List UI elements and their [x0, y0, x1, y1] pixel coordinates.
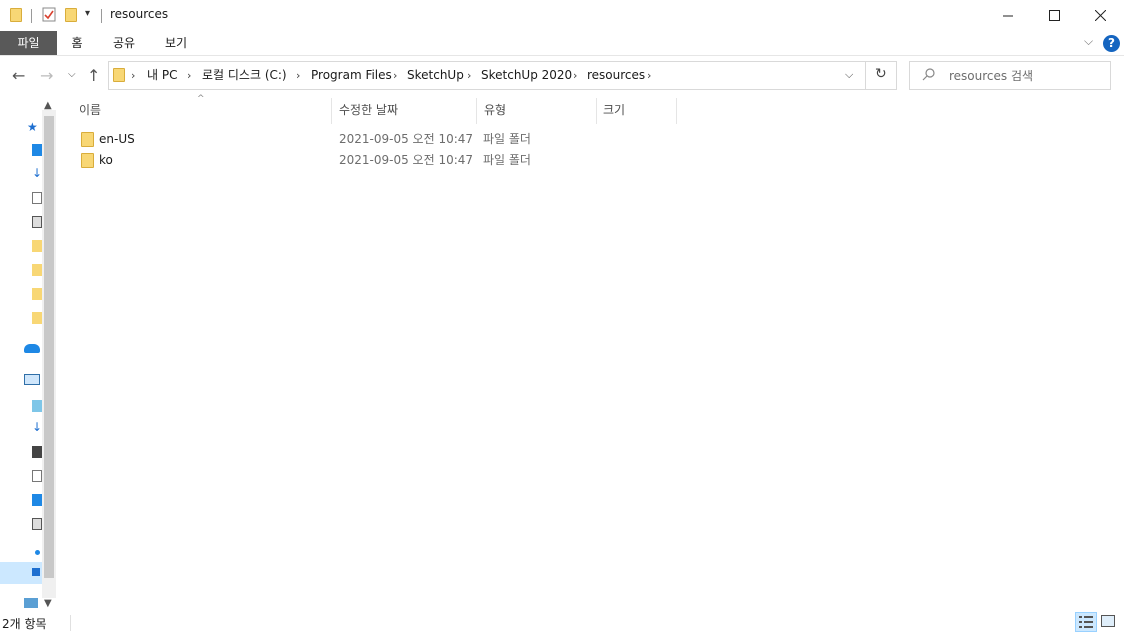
- file-type: 파일 폴더: [483, 153, 531, 167]
- file-type: 파일 폴더: [483, 132, 531, 146]
- sort-ascending-icon: ^: [197, 94, 205, 104]
- folder-icon[interactable]: [32, 288, 42, 300]
- scrollbar-thumb[interactable]: [44, 116, 54, 578]
- this-pc-icon[interactable]: [24, 374, 40, 385]
- ribbon-tabs: 파일 홈 공유 보기 ⌵ ?: [0, 31, 1124, 56]
- forward-button[interactable]: →: [40, 66, 53, 85]
- folder-icon: [81, 132, 94, 147]
- search-icon: [922, 67, 936, 84]
- desktop-icon[interactable]: [32, 494, 42, 506]
- chevron-right-icon[interactable]: ›: [573, 62, 577, 89]
- folder-icon[interactable]: [32, 312, 42, 324]
- breadcrumb-sketchup[interactable]: SketchUp: [407, 62, 464, 89]
- file-name: en-US: [99, 132, 135, 146]
- breadcrumb-sketchup-2020[interactable]: SketchUp 2020: [481, 62, 572, 89]
- navigation-pane: ▲ ▼ ★ ↓ ↓: [0, 96, 57, 612]
- chevron-right-icon[interactable]: ›: [467, 62, 471, 89]
- expand-ribbon-icon[interactable]: ⌵: [1084, 34, 1093, 49]
- item-count: 2개 항목: [2, 617, 47, 631]
- chevron-right-icon[interactable]: ›: [647, 62, 651, 89]
- address-dropdown-icon[interactable]: ⌵: [845, 68, 853, 82]
- tab-share[interactable]: 공유: [106, 31, 142, 55]
- search-box[interactable]: resources 검색: [909, 61, 1111, 90]
- large-icons-view-button[interactable]: [1101, 615, 1115, 627]
- chevron-right-icon[interactable]: ›: [393, 62, 397, 89]
- videos-icon[interactable]: [32, 446, 42, 458]
- column-header-modified[interactable]: 수정한 날짜: [339, 100, 398, 120]
- title-bar: ▾ resources: [0, 0, 1124, 31]
- pictures-icon[interactable]: [32, 518, 42, 530]
- help-icon[interactable]: ?: [1103, 35, 1120, 52]
- maximize-button[interactable]: [1031, 0, 1077, 31]
- window-title: resources: [110, 7, 169, 21]
- breadcrumb-resources[interactable]: resources: [587, 62, 645, 89]
- minimize-button[interactable]: [985, 0, 1031, 31]
- file-row[interactable]: ko 2021-09-05 오전 10:47 파일 폴더: [74, 150, 684, 171]
- customize-toolbar-icon[interactable]: ▾: [85, 8, 90, 19]
- new-folder-icon[interactable]: [65, 8, 77, 22]
- column-header-type[interactable]: 유형: [484, 100, 506, 120]
- column-divider[interactable]: [331, 98, 332, 124]
- tab-file[interactable]: 파일: [0, 31, 57, 55]
- documents-icon[interactable]: [32, 470, 42, 482]
- chevron-right-icon[interactable]: ›: [131, 62, 135, 89]
- column-header-size[interactable]: 크기: [603, 100, 625, 120]
- column-divider[interactable]: [476, 98, 477, 124]
- close-button[interactable]: [1077, 0, 1123, 31]
- folder-icon: [81, 153, 94, 168]
- back-button[interactable]: ←: [12, 66, 25, 85]
- tab-home[interactable]: 홈: [62, 31, 92, 55]
- chevron-right-icon[interactable]: ›: [296, 62, 300, 89]
- folder-icon: [10, 8, 22, 22]
- divider: [31, 9, 32, 23]
- folder-icon[interactable]: [32, 264, 42, 276]
- scroll-down-icon[interactable]: ▼: [44, 598, 52, 609]
- address-bar[interactable]: › 내 PC › 로컬 디스크 (C:) › Program Files › S…: [108, 61, 897, 90]
- file-modified: 2021-09-05 오전 10:47: [339, 153, 474, 167]
- file-row[interactable]: en-US 2021-09-05 오전 10:47 파일 폴더: [74, 129, 684, 150]
- network-icon[interactable]: [24, 598, 38, 608]
- folder-icon[interactable]: [32, 240, 42, 252]
- up-button[interactable]: ↑: [87, 66, 100, 85]
- properties-icon[interactable]: [42, 7, 56, 22]
- divider: [101, 9, 102, 23]
- column-header-name[interactable]: 이름: [79, 100, 101, 120]
- desktop-icon[interactable]: [32, 144, 42, 156]
- tab-view[interactable]: 보기: [158, 31, 194, 55]
- divider: [70, 615, 71, 631]
- refresh-icon[interactable]: ↻: [875, 66, 887, 82]
- column-divider[interactable]: [676, 98, 677, 124]
- downloads-icon[interactable]: ↓: [32, 420, 42, 434]
- search-input[interactable]: resources 검색: [949, 67, 1033, 84]
- breadcrumb-local-disk[interactable]: 로컬 디스크 (C:): [202, 62, 287, 89]
- file-modified: 2021-09-05 오전 10:47: [339, 132, 474, 146]
- selected-nav-item[interactable]: [0, 562, 42, 584]
- breadcrumb-this-pc[interactable]: 내 PC: [147, 62, 177, 89]
- status-bar: 2개 항목: [0, 612, 1124, 635]
- quick-access-icon[interactable]: ★: [27, 120, 38, 134]
- divider: [865, 62, 866, 89]
- column-divider[interactable]: [596, 98, 597, 124]
- details-view-button[interactable]: [1075, 612, 1097, 632]
- 3d-objects-icon[interactable]: [32, 400, 42, 412]
- documents-icon[interactable]: [32, 192, 42, 204]
- onedrive-icon[interactable]: [24, 344, 40, 353]
- chevron-right-icon[interactable]: ›: [187, 62, 191, 89]
- file-name: ko: [99, 153, 113, 167]
- local-disk-icon: [32, 568, 40, 576]
- music-icon[interactable]: [35, 550, 40, 555]
- pictures-icon[interactable]: [32, 216, 42, 228]
- breadcrumb-program-files[interactable]: Program Files: [311, 62, 392, 89]
- folder-icon: [113, 68, 125, 82]
- recent-locations-button[interactable]: ⌵: [68, 69, 76, 80]
- downloads-icon[interactable]: ↓: [32, 166, 42, 180]
